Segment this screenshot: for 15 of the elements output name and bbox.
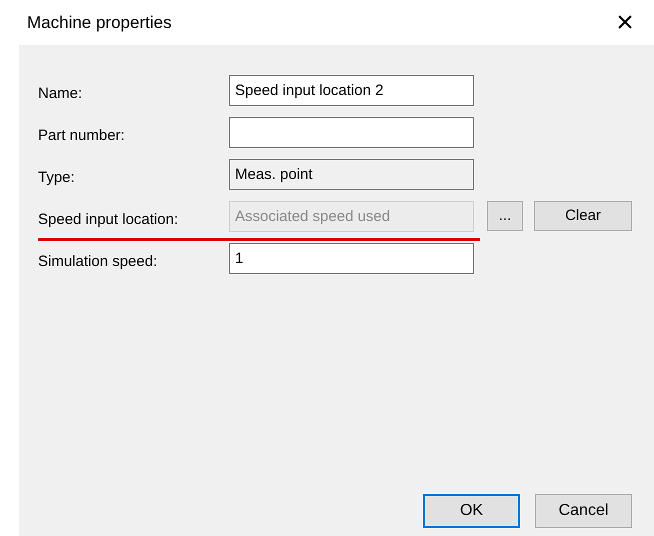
input-field[interactable]: Speed input location 2 — [229, 75, 474, 106]
input-field[interactable] — [229, 117, 474, 148]
field-label: Simulation speed: — [38, 252, 158, 272]
field-label: Name: — [38, 84, 84, 104]
field-label: Part number: — [38, 126, 126, 146]
clear-button[interactable]: Clear — [534, 201, 632, 231]
field-label: Type: — [38, 168, 76, 188]
close-button[interactable]: × — [602, 2, 648, 42]
field-label: Speed input location: — [38, 210, 180, 230]
input-field[interactable]: Meas. point — [229, 159, 474, 190]
browse-button[interactable]: ... — [487, 201, 523, 231]
cancel-button[interactable]: Cancel — [535, 494, 632, 528]
input-field[interactable]: 1 — [229, 243, 474, 274]
window-title: Machine properties — [27, 12, 172, 34]
ok-button[interactable]: OK — [423, 494, 520, 528]
